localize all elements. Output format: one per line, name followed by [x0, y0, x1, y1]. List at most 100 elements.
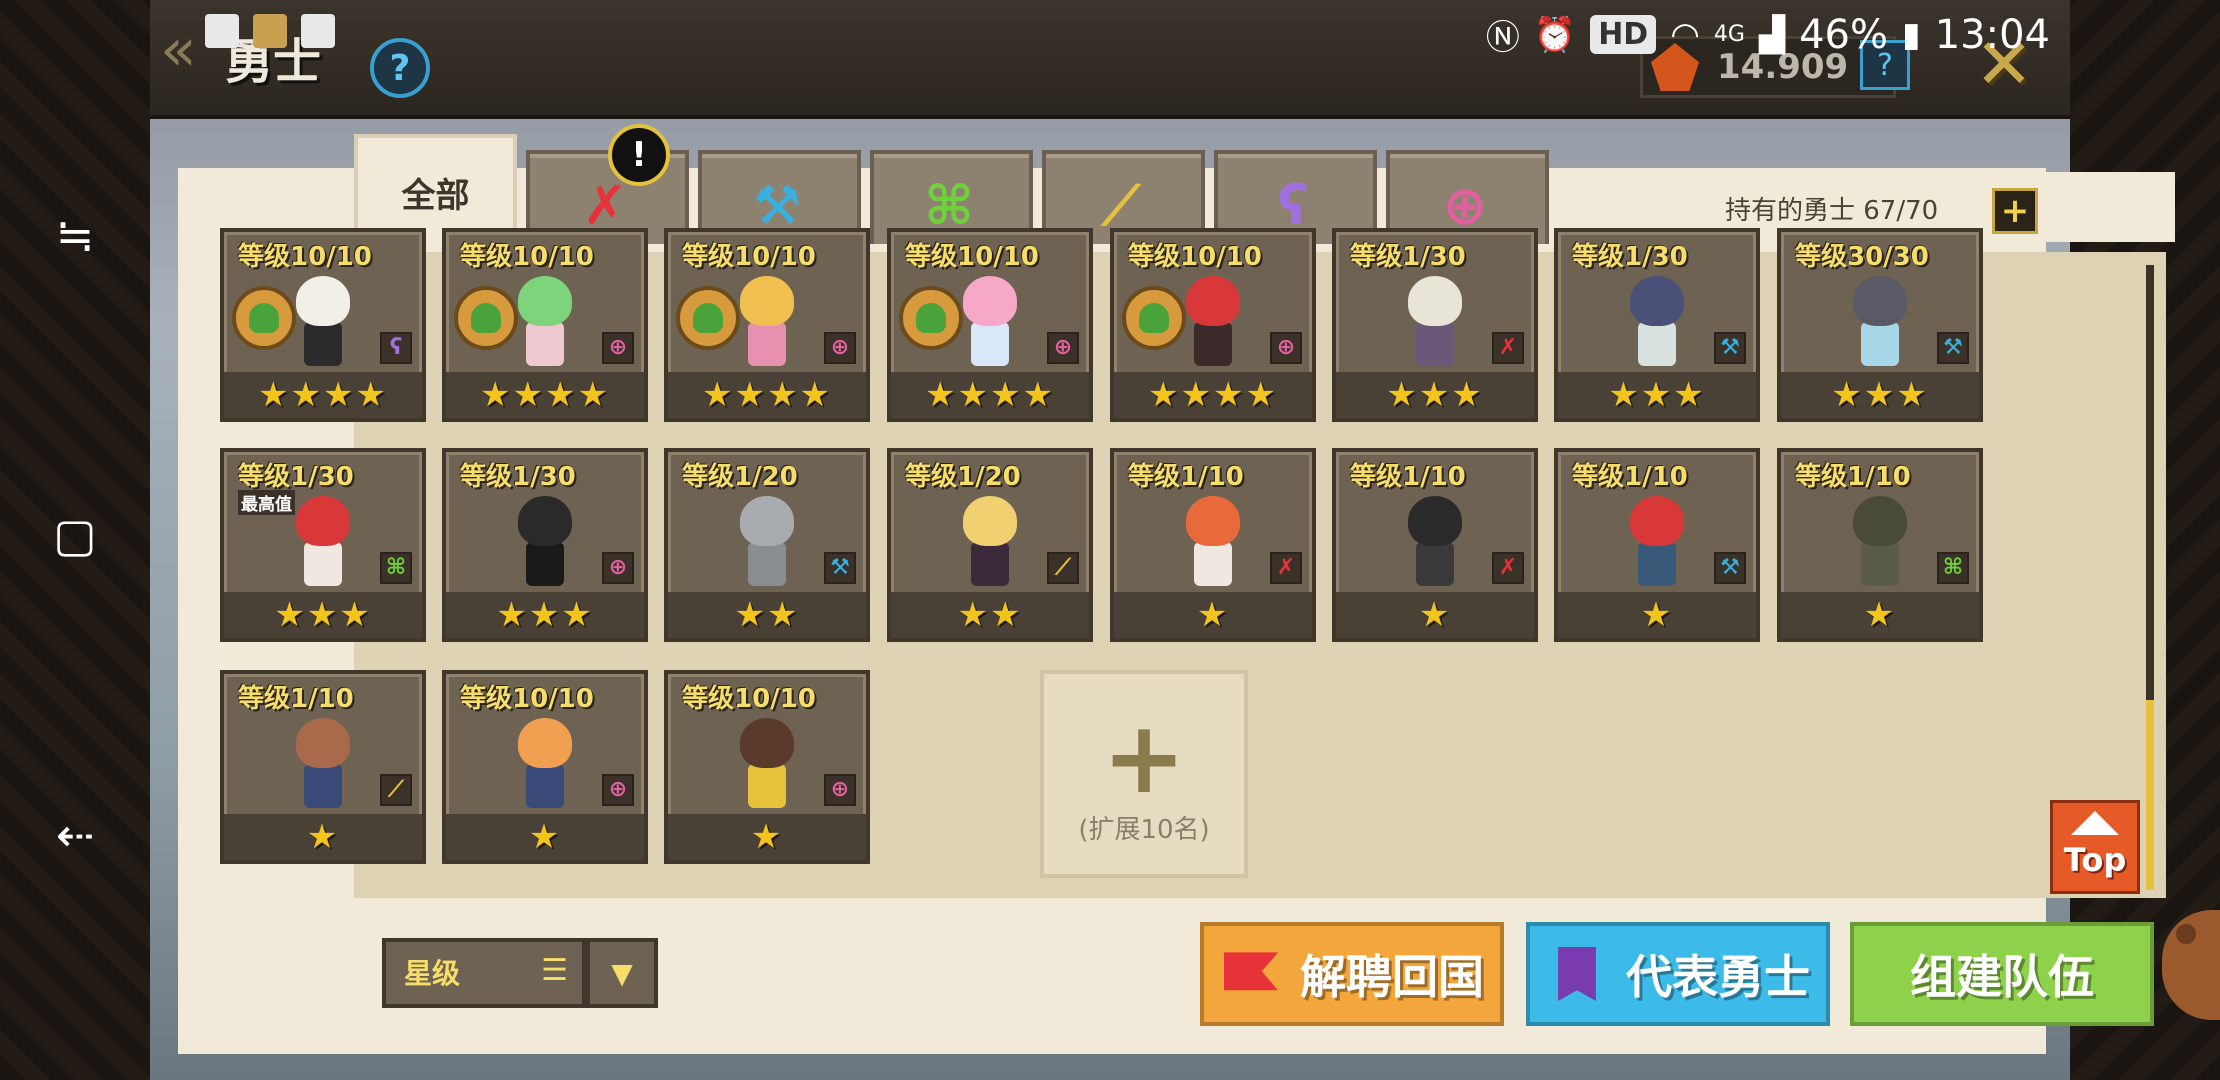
scrollbar[interactable] [2146, 265, 2154, 890]
scroll-top-button[interactable]: Top [2050, 800, 2140, 894]
hero-card[interactable]: 等级1/10 ✗ ★ [1332, 448, 1538, 642]
class-icon: ⊕ [602, 552, 634, 584]
hero-level: 等级1/10 [1572, 462, 1688, 492]
hd-badge: HD [1590, 15, 1657, 54]
battery-icon: ▮ [1902, 14, 1921, 55]
hero-level: 等级1/30 [1572, 242, 1688, 272]
hero-level: 等级1/10 [1128, 462, 1244, 492]
home-icon[interactable]: ▢ [45, 505, 105, 565]
hero-level: 等级10/10 [682, 242, 816, 272]
expand-slots-button[interactable]: + [1992, 188, 2038, 234]
hero-card[interactable]: 等级1/10 ⌘ ★ [1777, 448, 1983, 642]
stars: ★ [1418, 595, 1452, 635]
hero-level: 等级30/30 [1795, 242, 1929, 272]
hero-portrait [730, 718, 804, 814]
hero-card[interactable]: 等级10/10 ʕ ★★★★ [220, 228, 426, 422]
hero-card[interactable]: 等级1/30 ⚒ ★★★ [1554, 228, 1760, 422]
hero-level: 等级1/30 [460, 462, 576, 492]
hero-card[interactable]: 等级30/30 ⚒ ★★★ [1777, 228, 1983, 422]
hero-portrait [953, 276, 1027, 372]
hero-level: 等级1/10 [1350, 462, 1466, 492]
class-icon: ⊕ [602, 332, 634, 364]
hero-card[interactable]: 等级10/10 ⊕ ★★★★ [664, 228, 870, 422]
app-icon [253, 14, 287, 48]
stars: ★ [306, 817, 340, 857]
hero-portrait [1843, 276, 1917, 372]
dismiss-label: 解聘回国 [1300, 950, 1484, 1004]
star-rating: ★★★★ [446, 372, 644, 418]
banner-icon [1558, 947, 1596, 1001]
expand-slot-card[interactable]: + (扩展10名) [1040, 670, 1248, 878]
star-rating: ★★★★ [891, 372, 1089, 418]
hero-card[interactable]: 等级1/10 ⟋ ★ [220, 670, 426, 864]
owned-count-label: 持有的勇士 67/70 [1725, 196, 1939, 226]
star-rating: ★ [446, 814, 644, 860]
plus-icon: + [1102, 699, 1186, 816]
hero-portrait [1620, 496, 1694, 592]
stars: ★ [1196, 595, 1230, 635]
hero-card[interactable]: 等级10/10 ⊕ ★ [442, 670, 648, 864]
signal-icon: ▟ [1758, 14, 1786, 55]
hero-card[interactable]: 等级1/20 ⟋ ★★ [887, 448, 1093, 642]
star-rating: ★ [1781, 592, 1979, 638]
hero-portrait [508, 718, 582, 814]
hero-card[interactable]: 等级1/30 ⊕ ★★★ [442, 448, 648, 642]
class-icon: ⌘ [1937, 552, 1969, 584]
back-icon[interactable]: ⇠ [45, 805, 105, 865]
hero-card[interactable]: 等级1/30 最高值 ⌘ ★★★ [220, 448, 426, 642]
hero-card[interactable]: 等级1/10 ✗ ★ [1110, 448, 1316, 642]
tab-label: 全部 [401, 176, 470, 216]
star-rating: ★★★ [1558, 372, 1756, 418]
game-screen: « 勇士 ? 14.909 ? ✕ 全部 ✗ ⚒ ⌘ ⟋ ʕ ⊕ ! 持有的勇士 67/70… [150, 0, 2175, 1080]
hero-level: 等级10/10 [238, 242, 372, 272]
class-icon: ⚒ [824, 552, 856, 584]
scroll-top-label: Top [2063, 841, 2127, 879]
star-rating: ★★★ [446, 592, 644, 638]
class-icon: ʕ [380, 332, 412, 364]
hero-portrait [1398, 276, 1472, 372]
star-rating: ★★ [668, 592, 866, 638]
stars: ★★★ [1386, 375, 1484, 415]
scrollbar-thumb[interactable] [2146, 700, 2154, 890]
gallery-icon [205, 14, 239, 48]
stars: ★★★★ [480, 375, 610, 415]
sort-selector[interactable]: 星级 ☰ [382, 938, 586, 1008]
star-rating: ★★★ [1336, 372, 1534, 418]
hero-card[interactable]: 等级1/10 ⚒ ★ [1554, 448, 1760, 642]
nfc-icon: Ⓝ [1485, 18, 1520, 58]
class-icon: ⟋ [380, 774, 412, 806]
form-team-button[interactable]: 组建队伍 [1850, 922, 2154, 1026]
hero-level: 等级10/10 [682, 684, 816, 714]
bow-icon: ⌘ [923, 174, 975, 237]
hero-portrait [1843, 496, 1917, 592]
recent-apps-icon[interactable]: ≒ [45, 205, 105, 265]
arrow-up-icon [2071, 811, 2119, 835]
class-icon: ⊕ [602, 774, 634, 806]
class-icon: ⊕ [1047, 332, 1079, 364]
hero-card[interactable]: 等级1/30 ✗ ★★★ [1332, 228, 1538, 422]
class-icon: ⊕ [1270, 332, 1302, 364]
hero-card[interactable]: 等级10/10 ⊕ ★★★★ [1110, 228, 1316, 422]
hero-portrait [730, 276, 804, 372]
representative-button[interactable]: 代表勇士 [1526, 922, 1830, 1026]
wifi-icon: ◠ [1670, 14, 1700, 55]
stars: ★★★ [1831, 375, 1929, 415]
hero-card[interactable]: 等级10/10 ⊕ ★★★★ [887, 228, 1093, 422]
stars: ★★★★ [258, 375, 388, 415]
star-rating: ★ [1558, 592, 1756, 638]
hero-card[interactable]: 等级1/20 ⚒ ★★ [664, 448, 870, 642]
sort-dropdown-button[interactable]: ▼ [586, 938, 658, 1008]
hero-card[interactable]: 等级10/10 ⊕ ★ [664, 670, 870, 864]
star-rating: ★★ [891, 592, 1089, 638]
class-icon: ⚒ [1714, 332, 1746, 364]
stars: ★ [528, 817, 562, 857]
hero-card[interactable]: 等级10/10 ⊕ ★★★★ [442, 228, 648, 422]
bear-mascot-icon[interactable] [2162, 910, 2220, 1020]
status-bar: Ⓝ ⏰ HD ◠ 4G ▟ 46% ▮ 13:04 [150, 0, 2070, 70]
staff-icon: ʕ [1277, 174, 1309, 237]
star-rating: ★★★★ [668, 372, 866, 418]
dismiss-button[interactable]: 解聘回国 [1200, 922, 1504, 1026]
hero-portrait [730, 496, 804, 592]
hero-level: 等级10/10 [1128, 242, 1262, 272]
hero-portrait [1176, 276, 1250, 372]
